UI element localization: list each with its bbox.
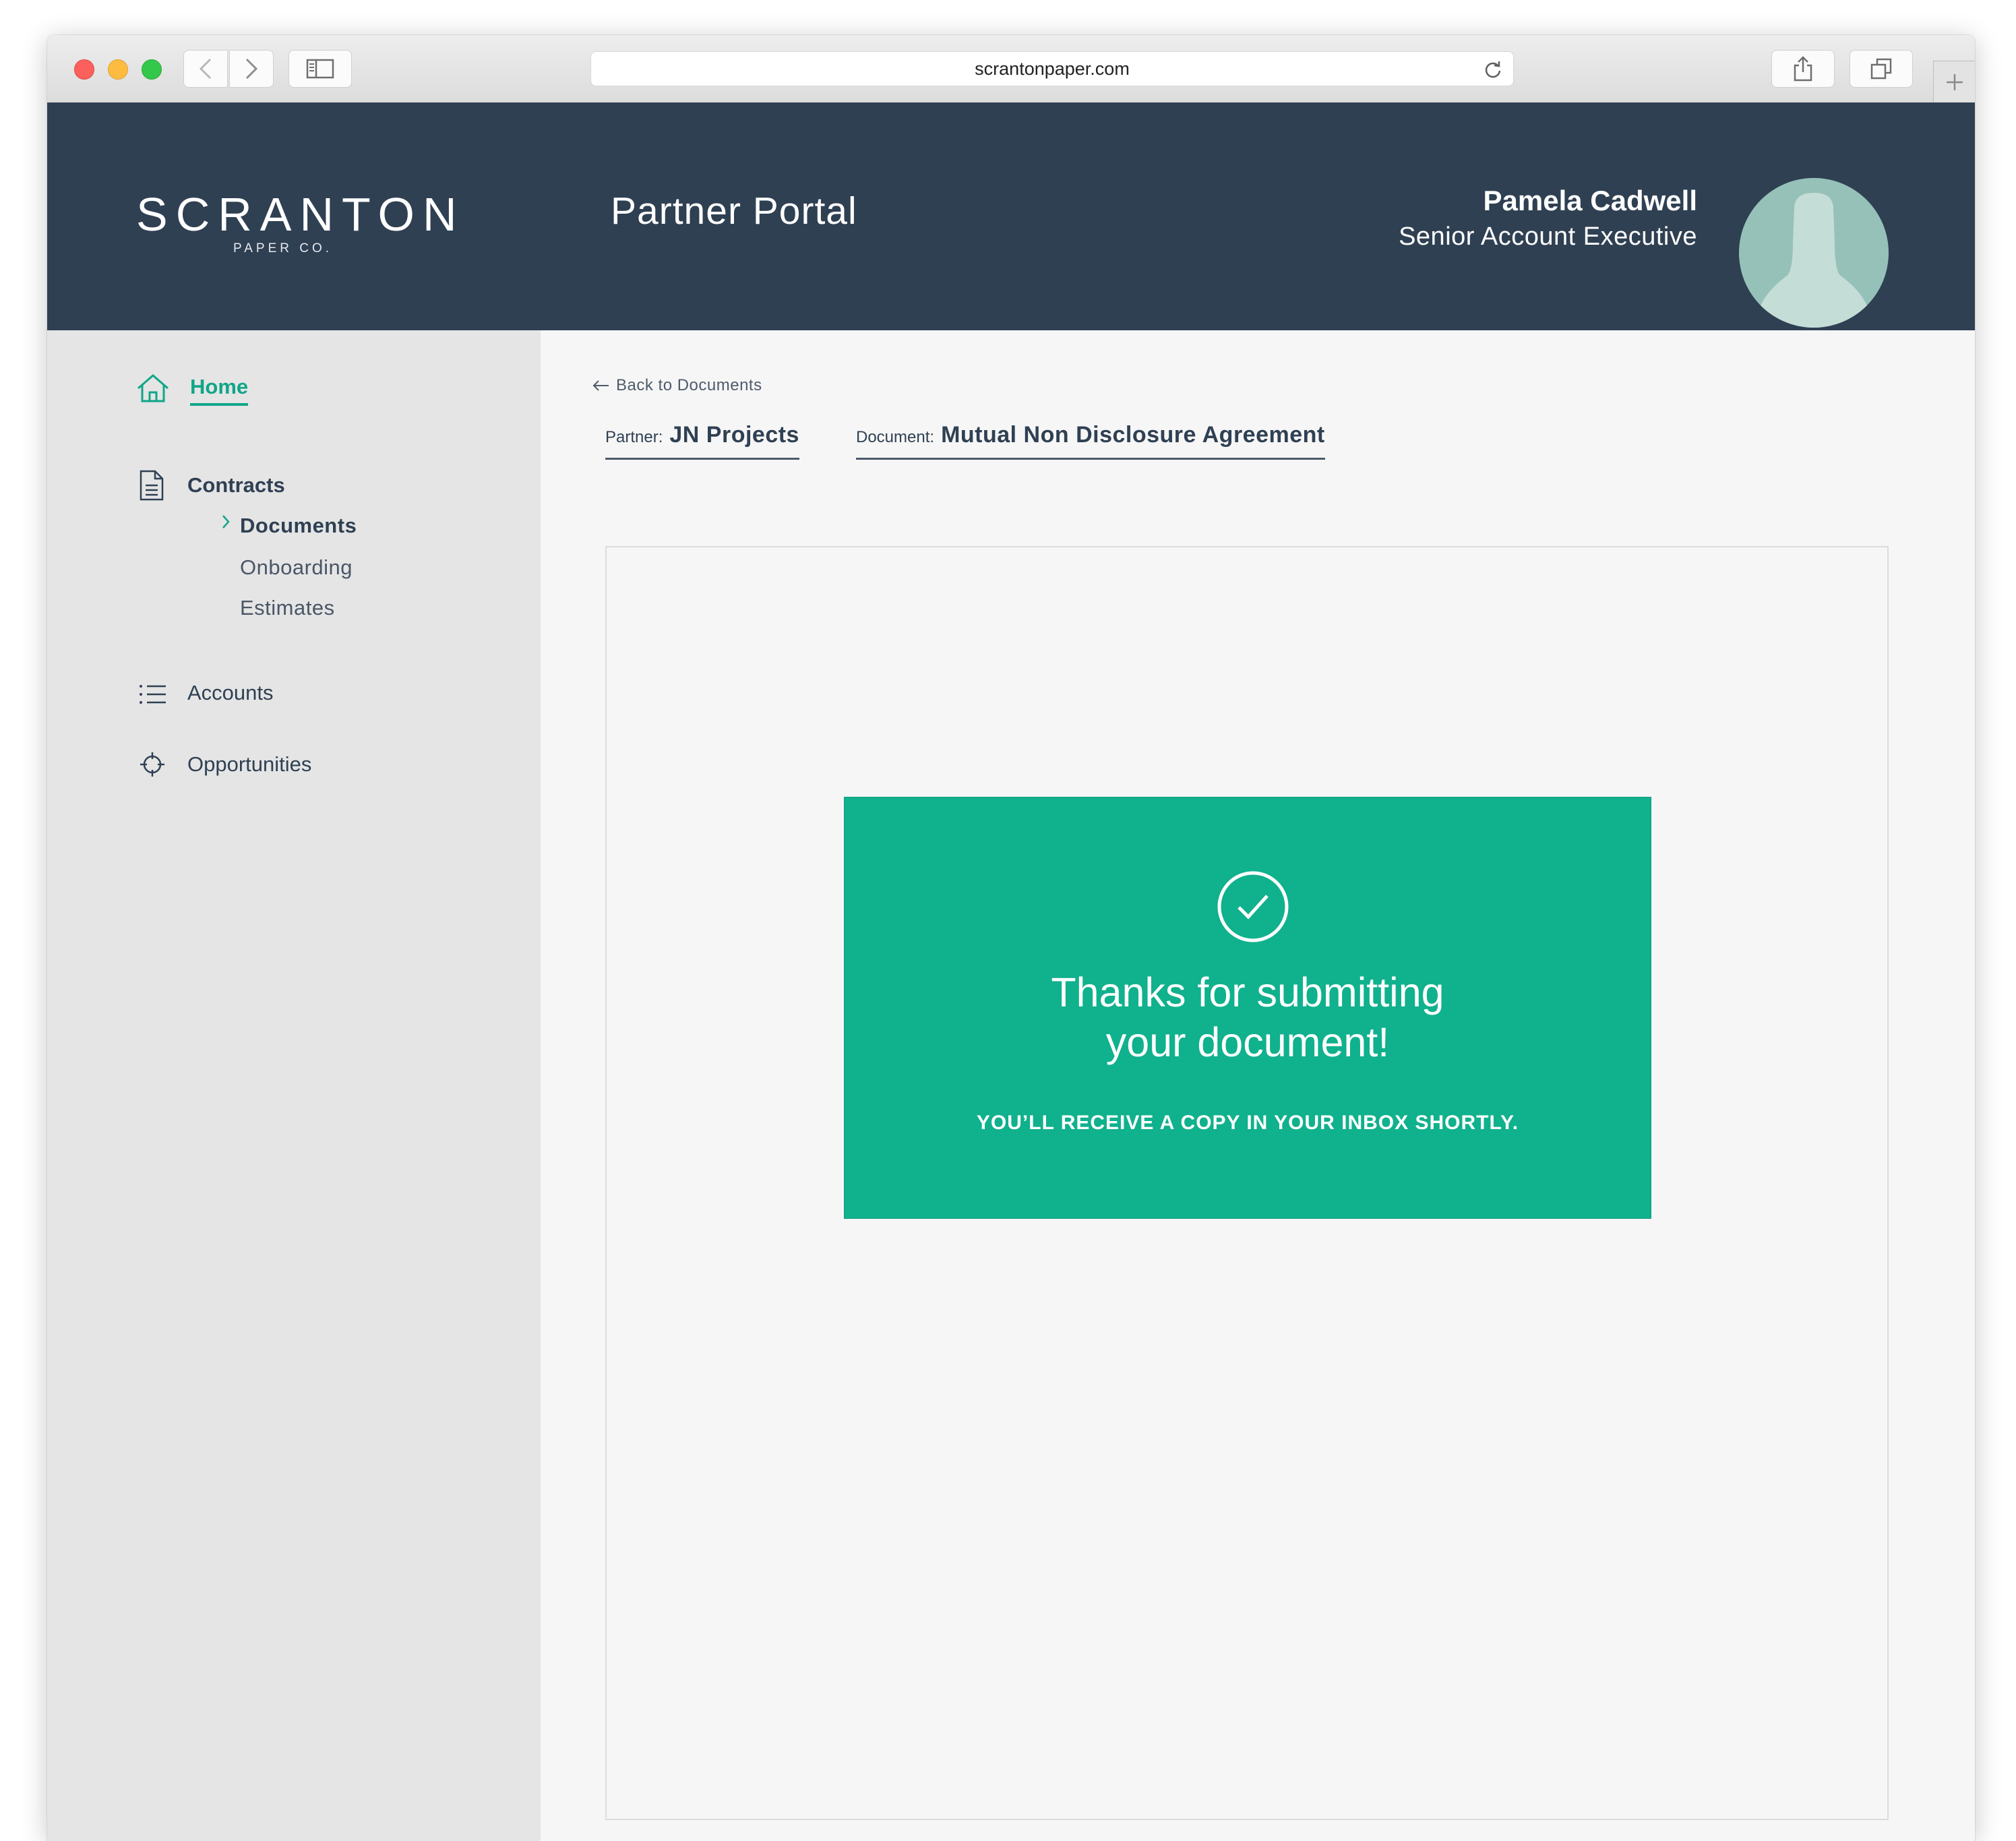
document-viewer: Thanks for submitting your document! YOU…	[605, 546, 1889, 1820]
target-icon	[140, 752, 164, 777]
logo-wordmark: SCRANTON	[136, 188, 465, 241]
document-field: Document: Mutual Non Disclosure Agreement	[856, 422, 1325, 460]
success-title: Thanks for submitting your document!	[845, 967, 1651, 1067]
user-silhouette-icon	[1755, 193, 1872, 328]
back-button[interactable]	[183, 50, 228, 88]
partner-value: JN Projects	[669, 422, 799, 448]
sidebar-item-label: Accounts	[187, 681, 274, 704]
address-bar[interactable]: scrantonpaper.com	[590, 51, 1514, 86]
forward-button[interactable]	[229, 50, 274, 88]
sidebar-item-label: Home	[190, 375, 249, 406]
sidebar-icon	[306, 59, 334, 79]
avatar[interactable]	[1739, 178, 1889, 328]
close-window-button[interactable]	[74, 59, 94, 80]
partner-field: Partner: JN Projects	[605, 422, 799, 460]
share-button[interactable]	[1771, 50, 1835, 88]
user-name: Pamela Cadwell	[1483, 185, 1697, 216]
list-icon	[140, 685, 166, 704]
chevron-right-icon	[222, 515, 230, 529]
chevron-left-icon	[199, 58, 212, 80]
share-icon	[1794, 56, 1812, 82]
sidebar-item-label: Opportunities	[187, 752, 312, 776]
app-header: SCRANTON PAPER CO. Partner Portal Pamela…	[47, 102, 1975, 330]
document-icon	[140, 470, 164, 501]
user-role: Senior Account Executive	[1399, 222, 1697, 251]
sidebar-nav: Home Contracts Documents Onboarding Esti…	[47, 330, 541, 1841]
document-value: Mutual Non Disclosure Agreement	[941, 422, 1325, 448]
checkmark-circle-icon	[1217, 871, 1289, 942]
sidebar-toggle-button[interactable]	[288, 50, 352, 88]
sidebar-subitem-label: Documents	[240, 514, 357, 537]
main-content: Back to Documents Partner: JN Projects Do…	[541, 330, 1975, 1841]
plus-icon	[1946, 73, 1963, 90]
success-note: YOU’LL RECEIVE A COPY IN YOUR INBOX SHOR…	[976, 1112, 1519, 1134]
page-title: Partner Portal	[611, 189, 857, 233]
success-title-line-2: your document!	[1105, 1019, 1390, 1065]
maximize-window-button[interactable]	[142, 59, 162, 80]
home-icon	[138, 374, 169, 402]
back-link-label: Back to Documents	[616, 376, 762, 394]
back-to-documents-link[interactable]: Back to Documents	[592, 376, 762, 395]
sidebar-subitem-onboarding[interactable]: Onboarding	[240, 555, 353, 580]
minimize-window-button[interactable]	[108, 59, 128, 80]
sidebar-subitem-estimates[interactable]: Estimates	[240, 596, 335, 620]
browser-toolbar: scrantonpaper.com	[47, 35, 1975, 103]
partner-label: Partner:	[605, 428, 663, 446]
logo-tagline: PAPER CO.	[233, 241, 333, 255]
document-label: Document:	[856, 428, 935, 446]
success-title-line-1: Thanks for submitting	[1051, 969, 1444, 1015]
new-tab-button[interactable]	[1933, 61, 1975, 102]
browser-window: scrantonpaper.com SCRANTON PAPER CO. Par…	[47, 35, 1975, 1841]
success-message-card: Thanks for submitting your document! YOU…	[844, 797, 1651, 1219]
tabs-icon	[1870, 58, 1892, 80]
chevron-right-icon	[245, 58, 258, 80]
sidebar-item-label: Contracts	[187, 473, 285, 497]
url-text[interactable]: scrantonpaper.com	[591, 52, 1513, 86]
show-tabs-button[interactable]	[1850, 50, 1913, 88]
arrow-left-icon	[592, 380, 609, 391]
reload-icon[interactable]	[1484, 60, 1502, 79]
